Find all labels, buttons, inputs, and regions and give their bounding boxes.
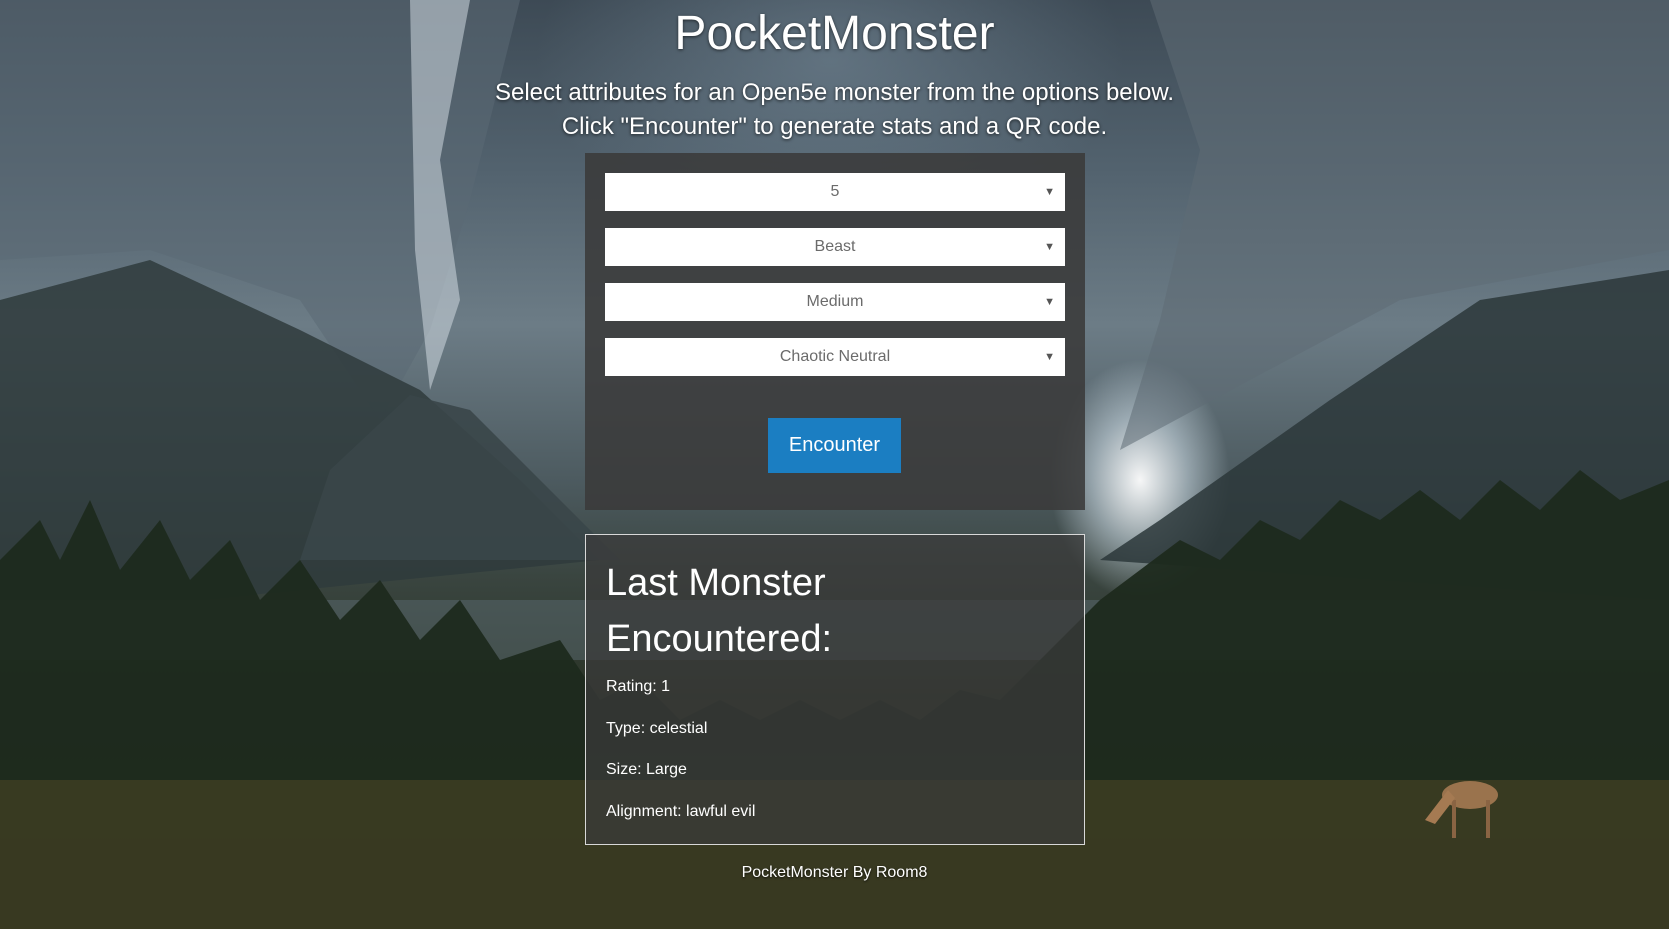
encounter-button[interactable]: Encounter	[768, 418, 901, 473]
monster-alignment: Alignment: lawful evil	[606, 803, 756, 820]
chevron-down-icon: ▼	[1044, 296, 1055, 308]
monster-size: Size: Large	[606, 761, 687, 778]
subtitle-line-2: Click "Encounter" to generate stats and …	[561, 113, 1108, 140]
size-select[interactable]: Medium ▼	[605, 283, 1065, 321]
footer-credit: PocketMonster By Room8	[741, 864, 928, 881]
last-monster-heading: Last Monster Encountered:	[606, 562, 833, 660]
type-select[interactable]: Beast ▼	[605, 228, 1065, 266]
chevron-down-icon: ▼	[1044, 186, 1055, 198]
rating-select[interactable]: 5 ▼	[605, 173, 1065, 211]
chevron-down-icon: ▼	[1044, 241, 1055, 253]
last-monster-panel: Last Monster Encountered: Rating: 1 Type…	[585, 534, 1085, 845]
monster-form-panel: 5 ▼ Beast ▼ Medium ▼ Chaotic Neutral ▼ E…	[585, 153, 1085, 510]
monster-type: Type: celestial	[606, 720, 708, 737]
alignment-select[interactable]: Chaotic Neutral ▼	[605, 338, 1065, 376]
type-select-value: Beast	[814, 238, 856, 255]
page-title: PocketMonster	[674, 7, 995, 60]
page-subtitle: Select attributes for an Open5e monster …	[0, 76, 1669, 144]
monster-rating: Rating: 1	[606, 678, 671, 695]
alignment-select-value: Chaotic Neutral	[779, 348, 891, 365]
size-select-value: Medium	[806, 293, 864, 310]
subtitle-line-1: Select attributes for an Open5e monster …	[494, 79, 1175, 106]
chevron-down-icon: ▼	[1044, 351, 1055, 363]
rating-select-value: 5	[830, 183, 840, 200]
